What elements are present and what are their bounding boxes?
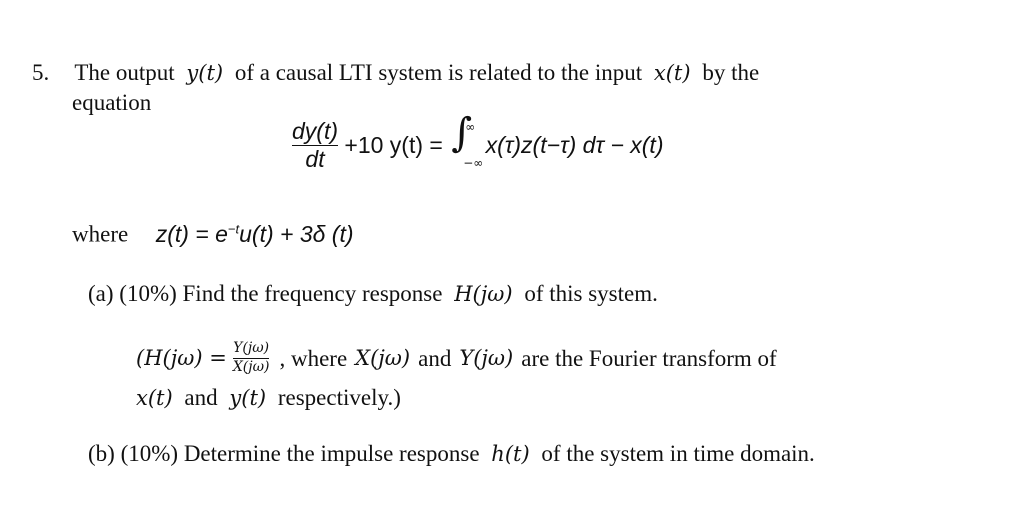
- part-a-text-b: of this system.: [524, 281, 658, 306]
- input-symbol: x(t): [653, 61, 691, 85]
- derivative-fraction: dy(t) dt: [292, 120, 338, 171]
- z-def-part-b: u(t) + 3δ (t): [239, 220, 354, 247]
- z-definition: z(t) = e−tu(t) + 3δ (t): [156, 221, 354, 247]
- intro-text-c: by the: [702, 60, 760, 85]
- note-where: , where: [279, 345, 348, 371]
- part-a-question: (a) (10%) Find the frequency response H(…: [88, 282, 658, 305]
- part-b-weight: (10%): [120, 441, 179, 466]
- note-X-symbol: X(jω): [355, 345, 411, 370]
- note-x-symbol: x(t): [136, 386, 173, 410]
- part-a-text-a: Find the frequency response: [182, 281, 443, 306]
- z-def-part-a: z(t) = e: [155, 220, 228, 247]
- integral: ∫ ∞ −∞: [449, 113, 483, 171]
- impulse-response-symbol: h(t): [491, 442, 530, 466]
- problem-number: 5.: [32, 60, 50, 85]
- note-line2-and: and: [184, 385, 218, 410]
- problem-line-2: equation: [72, 90, 152, 115]
- note-tail: are the Fourier transform of: [521, 345, 777, 371]
- part-b-text-b: of the system in time domain.: [541, 441, 815, 466]
- intro-text-b: of a causal LTI system is related to the…: [234, 60, 643, 85]
- part-a-label: (a): [88, 281, 114, 306]
- derivative-numerator: dy(t): [292, 118, 338, 144]
- differential-equation: dy(t) dt +10 y(t) = ∫ ∞ −∞ x(τ)z(t−τ) dτ…: [292, 113, 664, 182]
- note-Y-symbol: Y(jω): [459, 345, 514, 370]
- transfer-numerator: Y(jω): [233, 340, 270, 357]
- frequency-response-symbol: H(jω): [454, 282, 513, 306]
- z-def-exponent: −t: [227, 221, 240, 236]
- part-a-note-line-1: (H(jω) = Y(jω) X(jω) , where X(jω) and Y…: [136, 336, 777, 380]
- part-b-label: (b): [88, 441, 115, 466]
- note-h-definition: (H(jω) =: [136, 345, 227, 370]
- output-symbol: y(t): [186, 61, 224, 85]
- transfer-fraction: Y(jω) X(jω): [232, 340, 270, 375]
- note-y-symbol: y(t): [229, 386, 267, 410]
- integral-lower-limit: −∞: [463, 155, 484, 170]
- note-line2-end: respectively.): [277, 385, 401, 410]
- integrand: x(τ)z(t−τ) dτ − x(t): [485, 132, 664, 158]
- where-label: where: [72, 221, 129, 247]
- derivative-denominator: dt: [305, 146, 325, 172]
- integral-upper-limit: ∞: [465, 119, 476, 134]
- note-and: and: [418, 345, 452, 371]
- part-a-note-line-2: x(t) and y(t) respectively.): [136, 386, 401, 409]
- equation-lhs-rest: +10 y(t) =: [344, 132, 443, 158]
- problem-line-1: 5. The output y(t) of a causal LTI syste…: [32, 61, 759, 84]
- part-b-question: (b) (10%) Determine the impulse response…: [88, 442, 815, 465]
- part-a-weight: (10%): [119, 281, 177, 306]
- z-definition-line: where z(t) = e−tu(t) + 3δ (t): [72, 222, 354, 246]
- intro-text-a: The output: [74, 60, 175, 85]
- part-b-text-a: Determine the impulse response: [183, 441, 480, 466]
- transfer-denominator: X(jω): [232, 358, 270, 375]
